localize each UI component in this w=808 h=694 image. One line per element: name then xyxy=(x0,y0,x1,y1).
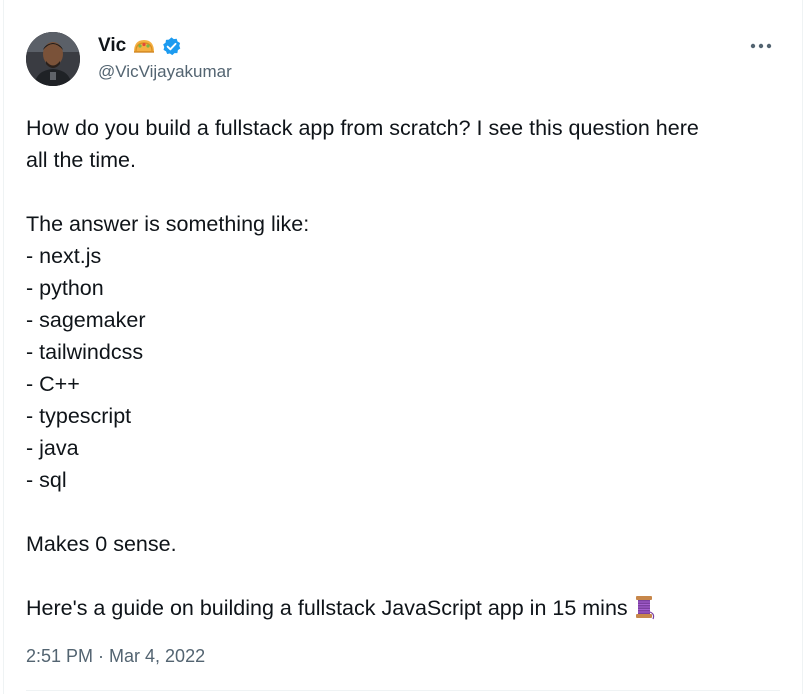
list-item: - C++ xyxy=(26,372,80,396)
tweet-text-line: Makes 0 sense. xyxy=(26,532,177,556)
tweet-card: Vic @VicVijayakumar How do you build a f… xyxy=(3,0,803,694)
avatar-image xyxy=(26,32,80,86)
verified-badge-icon xyxy=(161,36,182,57)
author-identity: Vic @VicVijayakumar xyxy=(98,34,232,84)
list-item: - next.js xyxy=(26,244,102,268)
more-options-icon xyxy=(750,43,772,49)
tweet-timestamp[interactable]: 2:51 PM · Mar 4, 2022 xyxy=(26,644,205,668)
divider xyxy=(26,690,780,691)
author-handle[interactable]: @VicVijayakumar xyxy=(98,60,232,84)
list-item: - typescript xyxy=(26,404,132,428)
list-item: - tailwindcss xyxy=(26,340,144,364)
list-item: - java xyxy=(26,436,79,460)
tweet-text-line: all the time. xyxy=(26,148,136,172)
tweet-text-line: The answer is something like: xyxy=(26,212,310,236)
tweet-text: How do you build a fullstack app from sc… xyxy=(26,112,778,624)
thread-spool-emoji-icon xyxy=(631,594,657,629)
avatar[interactable] xyxy=(26,32,80,86)
more-options-button[interactable] xyxy=(746,34,776,58)
guide-text: Here's a guide on building a fullstack J… xyxy=(26,596,628,620)
list-item: - sagemaker xyxy=(26,308,146,332)
tweet-header: Vic @VicVijayakumar xyxy=(26,30,780,88)
list-item: - python xyxy=(26,276,104,300)
list-item: - sql xyxy=(26,468,67,492)
name-row: Vic xyxy=(98,34,232,58)
tweet-text-line: How do you build a fullstack app from sc… xyxy=(26,116,699,140)
tweet-text-line: Here's a guide on building a fullstack J… xyxy=(26,592,778,624)
author-display-name[interactable]: Vic xyxy=(98,34,126,58)
taco-emoji-icon xyxy=(132,37,156,55)
